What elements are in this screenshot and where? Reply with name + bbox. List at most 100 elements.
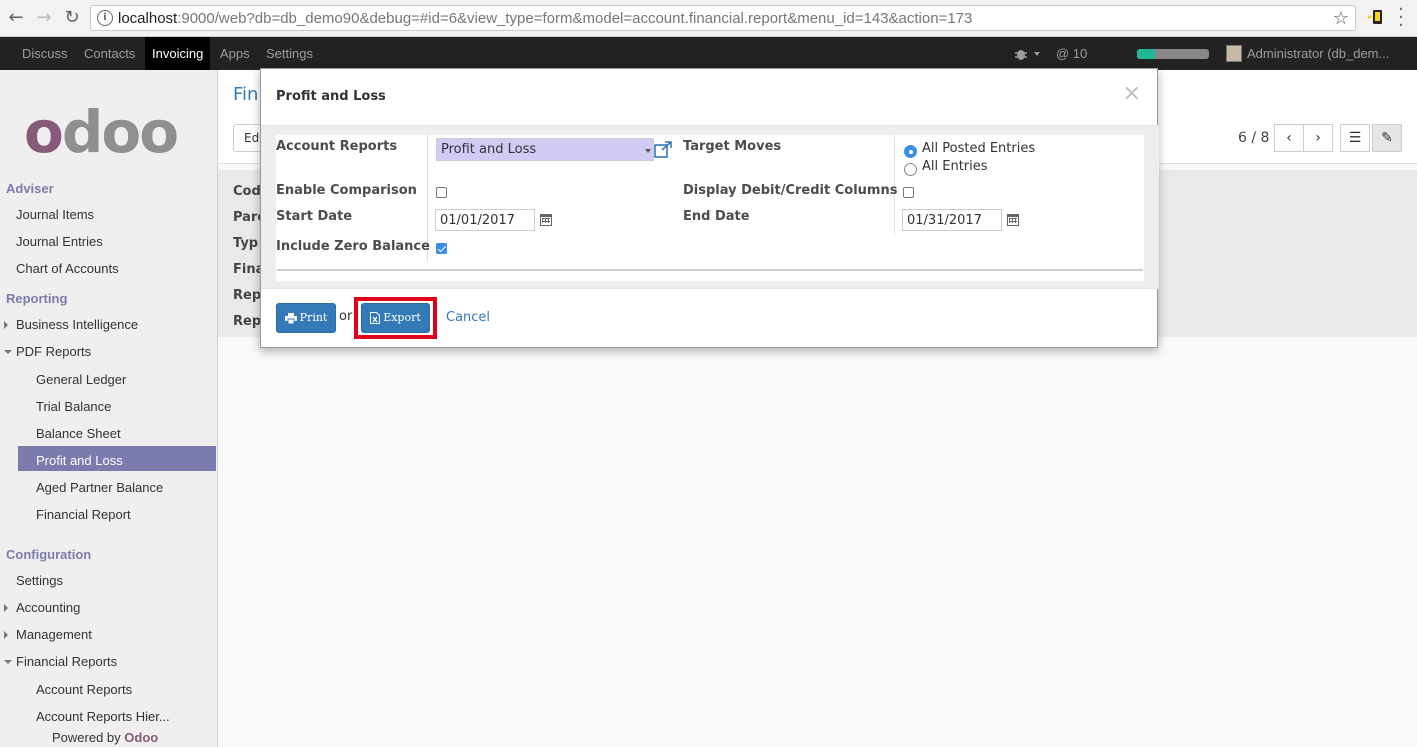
enable-comparison-checkbox[interactable] (436, 187, 447, 198)
print-icon (284, 312, 297, 324)
pager-next-button[interactable]: › (1303, 124, 1333, 152)
info-icon[interactable]: i (97, 10, 113, 26)
sidebar-item-accounting[interactable]: Accounting (16, 600, 80, 615)
form-view-button[interactable]: ✎ (1372, 124, 1402, 152)
odoo-logo[interactable]: odoo (24, 102, 179, 162)
account-reports-value: Profit and Loss (441, 142, 537, 157)
sidebar-item-journal-items[interactable]: Journal Items (16, 207, 94, 222)
sidebar-section-adviser: Adviser (6, 181, 54, 196)
calendar-icon[interactable] (1007, 214, 1019, 226)
sidebar-item-chart-of-accounts[interactable]: Chart of Accounts (16, 261, 119, 276)
sidebar-item-pdf-reports[interactable]: PDF Reports (16, 344, 91, 359)
menu-apps[interactable]: Apps (213, 37, 257, 70)
browser-toolbar: ← → ↻ i localhost:9000/web?db=db_demo90&… (0, 0, 1417, 37)
caret-right-icon[interactable] (4, 631, 8, 639)
divider (261, 288, 1159, 289)
export-button[interactable]: Export (361, 303, 430, 333)
all-entries-label[interactable]: All Entries (922, 159, 988, 174)
breadcrumb-title[interactable]: Fin (233, 84, 258, 105)
external-link-icon[interactable] (654, 141, 673, 158)
close-icon[interactable]: × (1123, 81, 1141, 106)
sidebar-item-settings[interactable]: Settings (16, 573, 63, 588)
start-date-input[interactable]: 01/01/2017 (435, 209, 535, 231)
start-date-label: Start Date (276, 209, 353, 224)
bookmark-star-icon[interactable]: ☆ (1333, 8, 1349, 29)
field-label: Typ (233, 236, 259, 251)
powered-by: Powered by Odoo (52, 730, 158, 745)
user-menu[interactable]: Administrator (db_dem... (1247, 37, 1389, 70)
radio-all-posted-entries[interactable] (904, 145, 917, 158)
url-path: :9000/web?db=db_demo90&debug=#id=6&view_… (177, 10, 973, 27)
messages-counter[interactable]: @ 10 (1056, 37, 1087, 70)
chevron-down-icon (645, 149, 651, 153)
reload-icon[interactable]: ↻ (62, 8, 82, 28)
user-avatar[interactable] (1226, 45, 1242, 62)
url-host: localhost (118, 10, 178, 27)
sidebar-item-aged-partner-balance[interactable]: Aged Partner Balance (36, 480, 163, 495)
menu-invoicing[interactable]: Invoicing (145, 37, 211, 70)
powered-by-brand[interactable]: Odoo (124, 730, 158, 745)
caret-right-icon[interactable] (4, 604, 8, 612)
address-bar[interactable]: i localhost:9000/web?db=db_demo90&debug=… (90, 5, 1356, 31)
end-date-input[interactable]: 01/31/2017 (902, 209, 1002, 231)
include-zero-balance-label: Include Zero Balance (276, 239, 430, 254)
sidebar-item-trial-balance[interactable]: Trial Balance (36, 399, 111, 414)
sidebar-item-account-reports[interactable]: Account Reports (36, 682, 132, 697)
powered-by-text: Powered by (52, 730, 121, 745)
radio-all-entries[interactable] (904, 163, 917, 176)
sidebar-item-general-ledger[interactable]: General Ledger (36, 372, 126, 387)
sidebar-item-journal-entries[interactable]: Journal Entries (16, 234, 103, 249)
field-label: Cod (233, 184, 261, 199)
or-text: or (339, 309, 353, 324)
main-navbar: Discuss Contacts Invoicing Apps Settings… (0, 37, 1417, 70)
print-button[interactable]: Print (276, 303, 336, 333)
cancel-button[interactable]: Cancel (446, 310, 490, 325)
sidebar-item-profit-and-loss[interactable]: Profit and Loss (36, 453, 123, 468)
all-posted-entries-label[interactable]: All Posted Entries (922, 141, 1035, 156)
print-button-label: Print (299, 311, 328, 324)
menu-discuss[interactable]: Discuss (15, 37, 75, 70)
enable-comparison-label: Enable Comparison (276, 183, 417, 198)
extension-icon[interactable] (1367, 8, 1385, 26)
dialog-form-sheet (276, 135, 1144, 281)
url-text[interactable]: localhost:9000/web?db=db_demo90&debug=#i… (118, 10, 972, 27)
calendar-icon[interactable] (540, 214, 552, 226)
start-date-value: 01/01/2017 (440, 213, 515, 228)
menu-settings[interactable]: Settings (259, 37, 320, 70)
end-date-label: End Date (683, 209, 750, 224)
include-zero-balance-checkbox[interactable] (436, 243, 447, 254)
sidebar-item-financial-reports[interactable]: Financial Reports (16, 654, 117, 669)
caret-down-icon[interactable] (4, 350, 12, 354)
sidebar-item-business-intelligence[interactable]: Business Intelligence (16, 317, 138, 332)
excel-file-icon (370, 312, 381, 324)
account-reports-label: Account Reports (276, 139, 398, 154)
list-view-button[interactable]: ☰ (1340, 124, 1370, 152)
sidebar-item-management[interactable]: Management (16, 627, 92, 642)
export-button-label: Export (383, 311, 421, 324)
caret-down-icon[interactable] (4, 660, 12, 664)
report-dialog: Profit and Loss × Account Reports Profit… (260, 68, 1159, 348)
sidebar-section-reporting: Reporting (6, 291, 68, 306)
pager-previous-button[interactable]: ‹ (1274, 124, 1304, 152)
display-debit-credit-checkbox[interactable] (903, 187, 914, 198)
account-reports-select[interactable]: Profit and Loss (436, 138, 654, 161)
dialog-title: Profit and Loss (276, 89, 386, 104)
field-label: Rep (233, 288, 262, 303)
display-debit-credit-label: Display Debit/Credit Columns (683, 183, 898, 198)
debug-bug-icon[interactable] (1014, 47, 1042, 61)
target-moves-label: Target Moves (683, 139, 782, 154)
caret-right-icon[interactable] (4, 321, 8, 329)
forward-icon[interactable]: → (34, 8, 54, 28)
sidebar-item-balance-sheet[interactable]: Balance Sheet (36, 426, 121, 441)
pager-value: 6 / 8 (1238, 130, 1270, 146)
sidebar-item-account-reports-hierarchy[interactable]: Account Reports Hier... (36, 709, 170, 724)
divider (277, 269, 1143, 271)
menu-contacts[interactable]: Contacts (77, 37, 142, 70)
browser-menu-icon[interactable]: · · · (1398, 1, 1404, 35)
progress-bar (1137, 49, 1209, 59)
field-label: Rep (233, 314, 262, 329)
end-date-value: 01/31/2017 (907, 213, 982, 228)
sidebar-item-financial-report[interactable]: Financial Report (36, 507, 131, 522)
back-icon[interactable]: ← (6, 8, 26, 28)
sidebar-section-configuration: Configuration (6, 547, 92, 562)
